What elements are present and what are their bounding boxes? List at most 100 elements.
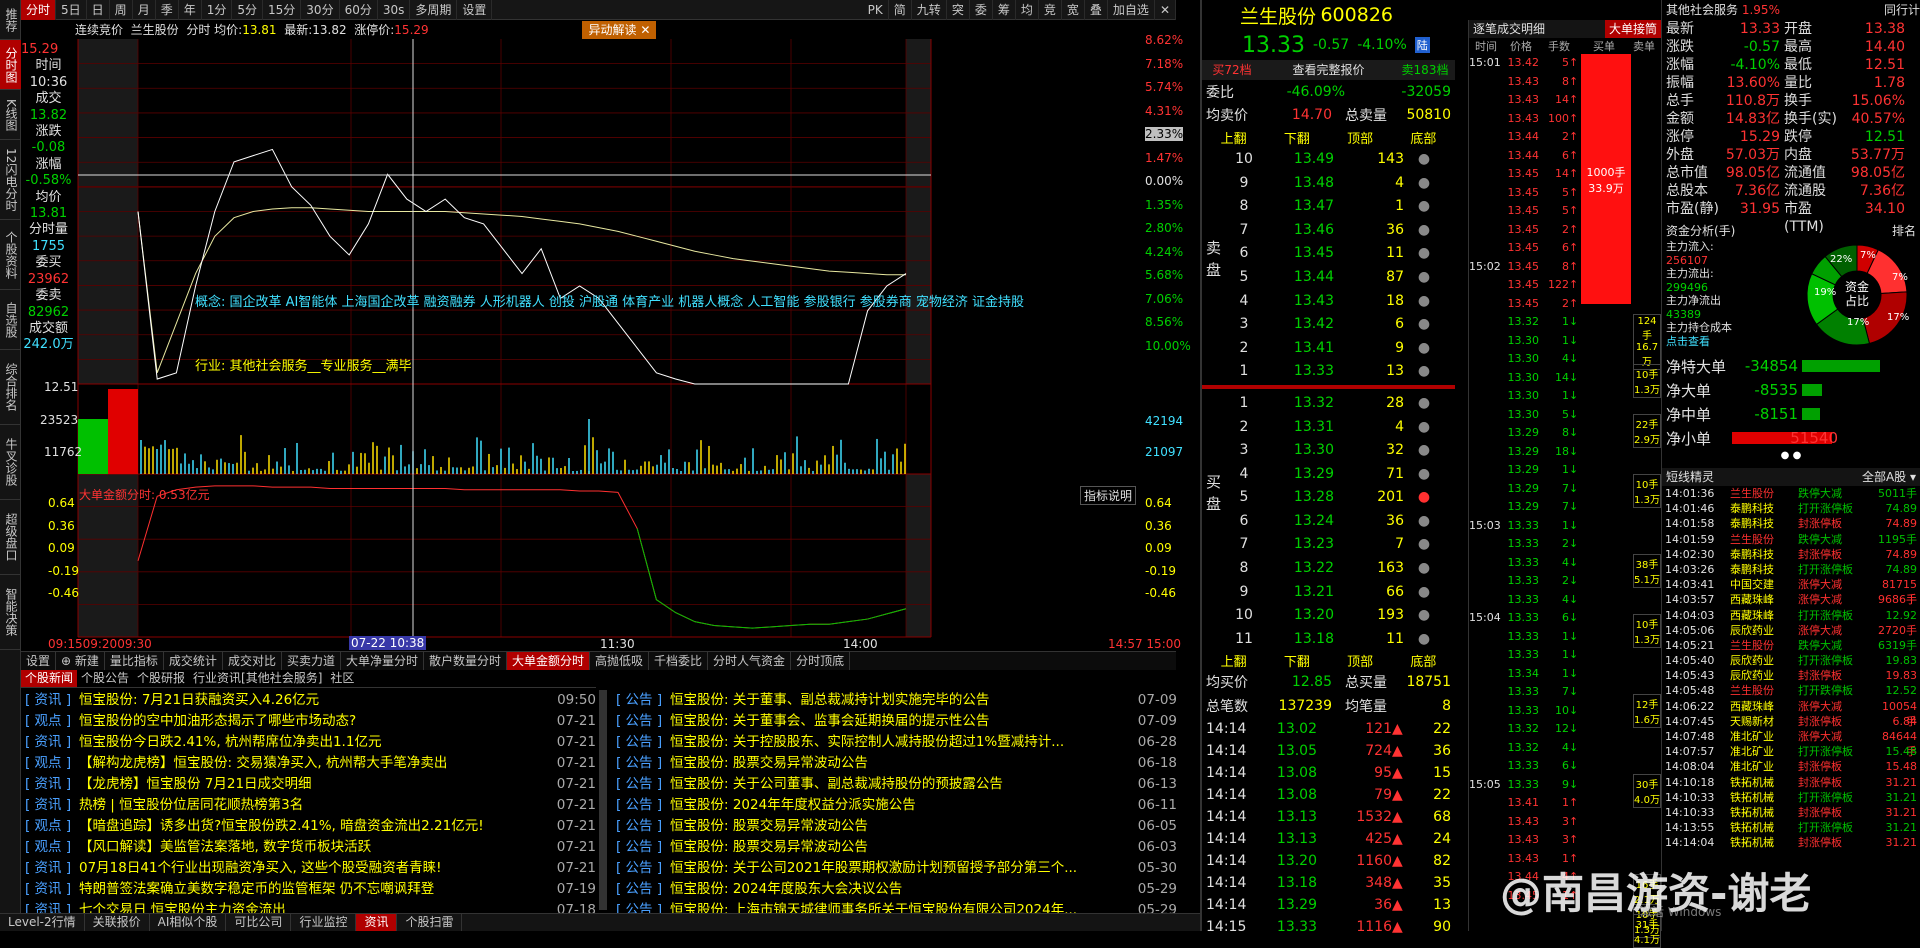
bottom-tab-related[interactable]: 关联报价 — [85, 914, 150, 931]
industry-name[interactable]: 其他社会服务 — [1666, 0, 1738, 20]
tab-30s[interactable]: 30s — [378, 0, 411, 20]
tool-nine[interactable]: 九转 — [912, 0, 947, 20]
book-row[interactable]: 3 13.30 32 ● — [1224, 438, 1455, 462]
book-row[interactable]: 1 13.32 28 ● — [1224, 391, 1455, 415]
peer-label[interactable]: 同行计 — [1884, 0, 1920, 20]
news-item[interactable]: [ 公告 ] 恒宝股份: 股票交易异常波动公告 06-03 — [612, 837, 1177, 858]
news-item[interactable]: [ 资讯 ] 07月18日41个行业出现融资净买入, 这些个股受融资者青睐! 07-… — [21, 858, 596, 879]
book-row[interactable]: 8 13.47 1 ● — [1224, 194, 1455, 218]
big-order-cell[interactable]: 10手 1.3万 — [1633, 474, 1661, 508]
news-item[interactable]: [ 资讯 ] 特朗普签法案确立美数字稳定币的监管框架 仍不忘嘲讽拜登 07-19 — [21, 879, 596, 900]
sell-page-down[interactable]: 下翻 — [1265, 128, 1328, 147]
bottom-tab-news[interactable]: 资讯 — [356, 914, 398, 931]
book-row[interactable]: 4 13.43 18 ● — [1224, 289, 1455, 313]
left-tab-recommend[interactable]: 推荐 — [0, 0, 21, 40]
full-quote-button[interactable]: 查看完整报价 — [1262, 60, 1395, 80]
big-order-cell[interactable]: 12手 1.6万 — [1633, 694, 1661, 728]
elf-row[interactable]: 14:03:41 中国交建 涨停大减 81715手 — [1662, 577, 1920, 606]
tab-30min[interactable]: 30分 — [301, 0, 340, 20]
news-item[interactable]: [ 公告 ] 恒宝股份: 关于公司董事、副总裁减持股份的预披露公告 06-13 — [612, 774, 1177, 795]
bottom-tab-peers[interactable]: 可比公司 — [226, 914, 292, 931]
big-order-block[interactable]: 1000手 33.9万 — [1581, 54, 1631, 304]
tool-wide[interactable]: 宽 — [1062, 0, 1085, 20]
big-order-cell[interactable]: 10手 1.3万 — [1633, 364, 1661, 398]
subtab-volratio[interactable]: 量比指标 — [105, 652, 164, 670]
buy-bottom[interactable]: 底部 — [1392, 651, 1455, 670]
news-tab-announce[interactable]: 个股公告 — [77, 670, 133, 687]
tab-day[interactable]: 日 — [87, 0, 110, 20]
news-item[interactable]: [ 资讯 ] 恒宝股份: 7月21日获融资买入4.26亿元 09:50 — [21, 690, 596, 711]
alert-button[interactable]: 异动解读 ✕ — [582, 21, 657, 39]
tab-quarter[interactable]: 季 — [156, 0, 179, 20]
add-watchlist-button[interactable]: 加自选 — [1108, 0, 1155, 20]
buy-page-up[interactable]: 上翻 — [1202, 651, 1265, 670]
tab-5day[interactable]: 5日 — [56, 0, 87, 20]
book-row[interactable]: 7 13.46 36 ● — [1224, 218, 1455, 242]
book-row[interactable]: 6 13.24 36 ● — [1224, 509, 1455, 533]
news-item[interactable]: [ 公告 ] 恒宝股份: 股票交易异常波动公告 06-18 — [612, 753, 1177, 774]
book-row[interactable]: 5 13.28 201 ● — [1224, 486, 1455, 510]
left-tab-intraday[interactable]: 分时图 — [0, 40, 21, 90]
left-tab-diagnose[interactable]: 牛叉诊股 — [0, 425, 21, 500]
tool-chips[interactable]: 筹 — [993, 0, 1016, 20]
news-item[interactable]: [ 资讯 ] 【龙虎榜】恒宝股份 7月21日成交明细 07-21 — [21, 774, 596, 795]
elf-row[interactable]: 14:07:57 准北矿业 打开涨停板 15.48 — [1662, 744, 1920, 759]
page-dots[interactable]: ● ● — [1662, 450, 1920, 462]
bottom-tab-ai-similar[interactable]: AI相似个股 — [150, 914, 227, 931]
elf-row[interactable]: 14:04:03 西藏珠峰 打开涨停板 12.92 — [1662, 608, 1920, 623]
news-tab-stock[interactable]: 个股新闻 — [21, 670, 78, 687]
tool-simple[interactable]: 简 — [889, 0, 912, 20]
book-row[interactable]: 7 13.23 7 ● — [1224, 533, 1455, 557]
news-item[interactable]: [ 观点 ] 【风口解读】美监管法案落地, 数字货币板块活跃 07-21 — [21, 837, 596, 858]
book-row[interactable]: 3 13.42 6 ● — [1224, 312, 1455, 336]
tab-year[interactable]: 年 — [179, 0, 202, 20]
news-item[interactable]: [ 观点 ] 【解构龙虎榜】恒宝股份: 交易猿净买入, 杭州帮大手笔净卖出 07-2… — [21, 753, 596, 774]
elf-row[interactable]: 14:10:18 铁拓机械 封涨停板 31.21 — [1662, 775, 1920, 790]
subtab-topbottom[interactable]: 分时顶底 — [791, 652, 851, 670]
news-item[interactable]: [ 资讯 ] 热榜 | 恒宝股份位居同花顺热榜第3名 07-21 — [21, 795, 596, 816]
fund-rank[interactable]: 排名 — [1892, 222, 1916, 240]
news-item[interactable]: [ 公告 ] 恒宝股份: 关于董事、副总裁减持计划实施完毕的公告 07-09 — [612, 690, 1177, 711]
news-tab-research[interactable]: 个股研报 — [133, 670, 189, 687]
elf-row[interactable]: 14:07:48 准北矿业 涨停大减 84644手 — [1662, 729, 1920, 758]
elf-row[interactable]: 14:02:30 泰鹏科技 封涨停板 74.89 — [1662, 547, 1920, 562]
industry-text[interactable]: 行业: 其他社会服务__专业服务__满毕 — [195, 355, 412, 374]
subtab-compare[interactable]: 成交对比 — [223, 652, 282, 670]
elf-row[interactable]: 14:07:45 天赐新材 封涨停板 6.84 — [1662, 714, 1920, 729]
elf-row[interactable]: 14:06:22 西藏珠峰 涨停大减 10054手 — [1662, 699, 1920, 728]
indicator-help-button[interactable]: 指标说明 — [1080, 486, 1137, 505]
elf-row[interactable]: 14:10:33 铁拓机械 封涨停板 31.21 — [1662, 805, 1920, 820]
elf-row[interactable]: 14:03:57 西藏珠峰 涨停大减 9686手 — [1662, 592, 1920, 607]
book-row[interactable]: 9 13.48 4 ● — [1224, 171, 1455, 195]
news-item[interactable]: [ 观点 ] 恒宝股份的空中加油形态揭示了哪些市场动态? 07-21 — [21, 711, 596, 732]
big-order-cell[interactable]: 10手 1.3万 — [1633, 614, 1661, 648]
tab-60min[interactable]: 60分 — [340, 0, 378, 20]
buy72-button[interactable]: 买72档 — [1202, 60, 1262, 80]
subtab-new[interactable]: ⊕ 新建 — [56, 652, 105, 670]
tool-overlay[interactable]: 叠 — [1085, 0, 1108, 20]
tab-week[interactable]: 周 — [110, 0, 133, 20]
big-order-cell[interactable]: 22手 2.9万 — [1633, 414, 1661, 448]
subtab-stats[interactable]: 成交统计 — [164, 652, 223, 670]
left-tab-ranking[interactable]: 综合排名 — [0, 350, 21, 425]
subtab-bignet[interactable]: 大单净量分时 — [341, 652, 424, 670]
close-icon[interactable]: ✕ — [1155, 0, 1176, 20]
elf-row[interactable]: 14:01:46 泰鹏科技 打开涨停板 74.89 — [1662, 501, 1920, 516]
left-tab-watchlist[interactable]: 自选股 — [0, 290, 21, 350]
news-tab-community[interactable]: 社区 — [326, 670, 358, 687]
subtab-force[interactable]: 买卖力道 — [282, 652, 341, 670]
book-row[interactable]: 5 13.44 87 ● — [1224, 265, 1455, 289]
news-item[interactable]: [ 公告 ] 恒宝股份: 关于控股股东、实际控制人减持股份超过1%暨减持计... 0… — [612, 732, 1177, 753]
elf-row[interactable]: 14:14:04 铁拓机械 封涨停板 31.21 — [1662, 835, 1920, 850]
sell183-button[interactable]: 卖183档 — [1395, 60, 1455, 80]
left-tab-profile[interactable]: 个股资料 — [0, 220, 21, 290]
buy-top[interactable]: 顶部 — [1329, 651, 1392, 670]
news-item[interactable]: [ 公告 ] 恒宝股份: 2024年度股东大会决议公告 05-29 — [612, 879, 1177, 900]
subtab-highlow[interactable]: 高抛低吸 — [590, 652, 650, 670]
news-scrollbar[interactable] — [599, 690, 607, 910]
tool-auction[interactable]: 竞 — [1039, 0, 1062, 20]
subtab-orderratio[interactable]: 千档委比 — [649, 652, 709, 670]
buy-page-down[interactable]: 下翻 — [1265, 651, 1328, 670]
subtab-popularity[interactable]: 分时人气资金 — [708, 652, 792, 670]
news-item[interactable]: [ 观点 ] 【暗盘追踪】诱多出货?恒宝股份跌2.41%, 暗盘资金流出2.21亿… — [21, 816, 596, 837]
